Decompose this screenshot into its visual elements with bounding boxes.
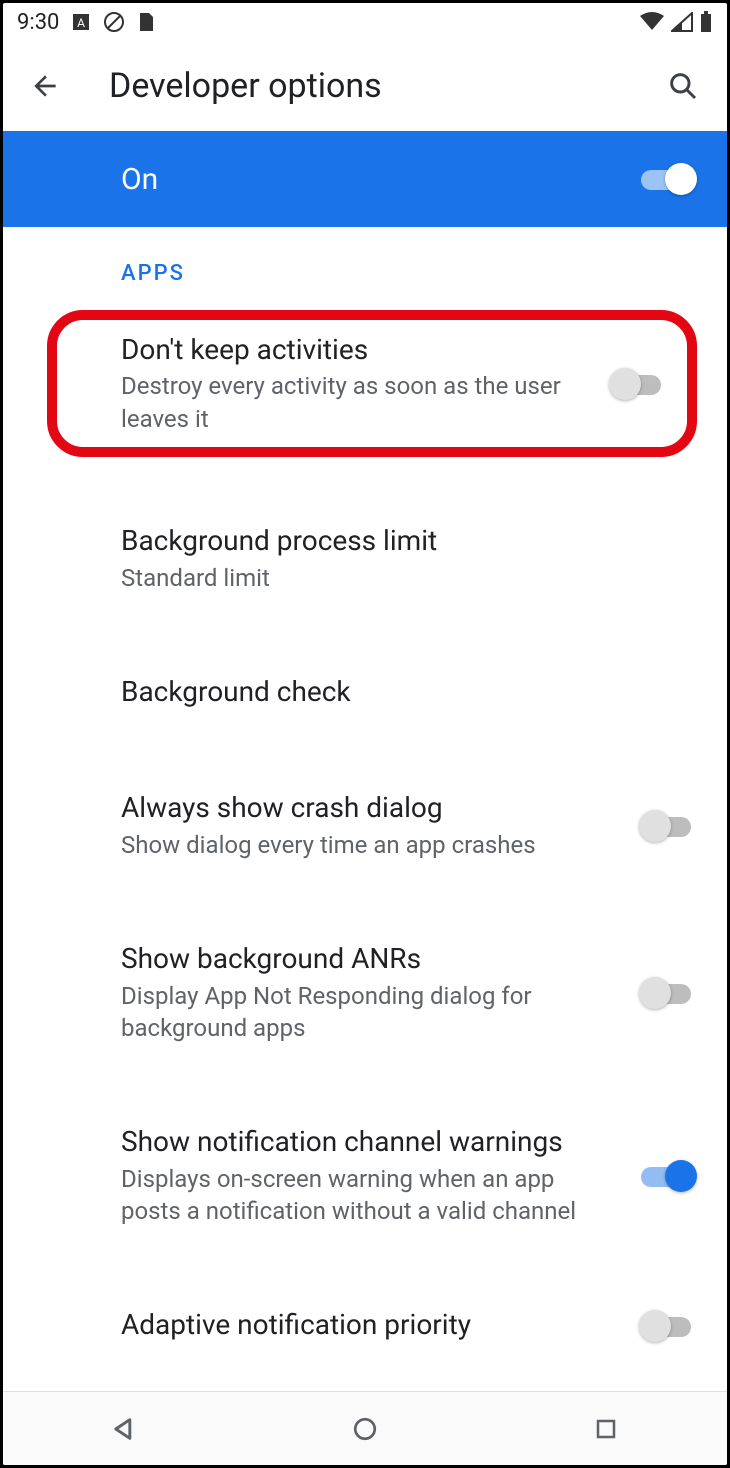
battery-icon [699, 11, 713, 33]
toggle-background-anrs[interactable] [639, 976, 697, 1010]
app-bar: Developer options [3, 41, 727, 131]
nav-home-button[interactable] [335, 1399, 395, 1459]
settings-list[interactable]: APPS Don't keep activities Destroy every… [3, 227, 727, 1465]
setting-title: Adaptive notification priority [121, 1307, 619, 1343]
section-header-apps: APPS [3, 227, 727, 306]
setting-subtitle: Show dialog every time an app crashes [121, 829, 619, 861]
setting-title: Don't keep activities [121, 332, 589, 368]
svg-text:A: A [78, 16, 86, 30]
setting-background-process-limit[interactable]: Background process limit Standard limit [3, 501, 727, 616]
setting-title: Always show crash dialog [121, 790, 619, 826]
setting-title: Show notification channel warnings [121, 1124, 619, 1160]
back-button[interactable] [21, 62, 69, 110]
wifi-icon [639, 12, 665, 32]
setting-title: Background check [121, 674, 677, 710]
setting-subtitle: Display App Not Responding dialog for ba… [121, 980, 619, 1045]
setting-subtitle: Displays on-screen warning when an app p… [121, 1163, 619, 1228]
dnd-icon [103, 11, 125, 33]
setting-dont-keep-activities[interactable]: Don't keep activities Destroy every acti… [47, 310, 697, 457]
nav-back-button[interactable] [94, 1399, 154, 1459]
toggle-adaptive-notification[interactable] [639, 1309, 697, 1343]
setting-subtitle: Destroy every activity as soon as the us… [121, 370, 589, 435]
setting-adaptive-notification-priority[interactable]: Adaptive notification priority [3, 1285, 727, 1365]
setting-show-background-anrs[interactable]: Show background ANRs Display App Not Res… [3, 919, 727, 1066]
app-badge-icon: A [71, 12, 91, 32]
master-toggle-row[interactable]: On [3, 131, 727, 227]
search-button[interactable] [659, 62, 707, 110]
status-bar: 9:30 A [3, 3, 727, 41]
setting-notification-channel-warnings[interactable]: Show notification channel warnings Displ… [3, 1102, 727, 1249]
navigation-bar [3, 1391, 727, 1465]
setting-background-check[interactable]: Background check [3, 652, 727, 732]
sd-card-icon [137, 11, 155, 33]
signal-icon [671, 12, 693, 32]
master-toggle-switch[interactable] [639, 162, 697, 196]
toggle-notification-warnings[interactable] [639, 1159, 697, 1193]
page-title: Developer options [109, 66, 382, 106]
toggle-crash-dialog[interactable] [639, 809, 697, 843]
setting-title: Show background ANRs [121, 941, 619, 977]
nav-recent-button[interactable] [576, 1399, 636, 1459]
status-time: 9:30 [17, 10, 59, 35]
toggle-dont-keep-activities[interactable] [609, 367, 667, 401]
setting-title: Background process limit [121, 523, 677, 559]
setting-always-show-crash-dialog[interactable]: Always show crash dialog Show dialog eve… [3, 768, 727, 883]
master-toggle-label: On [121, 162, 158, 197]
setting-subtitle: Standard limit [121, 562, 677, 594]
